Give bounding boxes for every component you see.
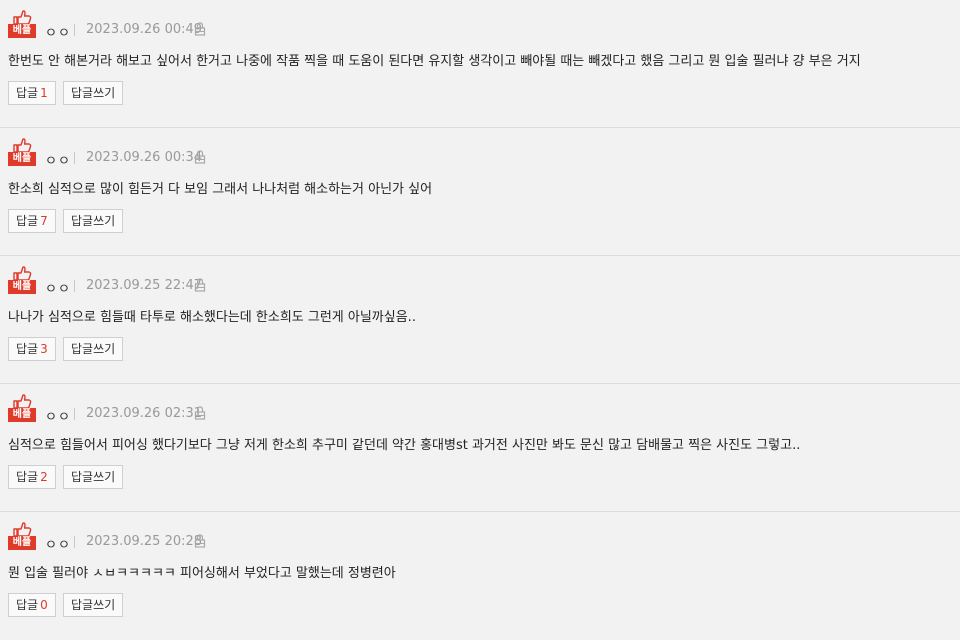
write-reply-button[interactable]: 답글쓰기 bbox=[63, 337, 124, 361]
reply-label: 답글 bbox=[16, 470, 39, 484]
lock-icon[interactable] bbox=[194, 278, 206, 292]
comment-item: 베플 ㅇㅇ 2023.09.26 02:31 심적으로 힘들어서 피어싱 했다기… bbox=[0, 384, 960, 512]
meta-divider bbox=[74, 408, 75, 420]
comment-author[interactable]: ㅇㅇ bbox=[45, 406, 71, 425]
write-reply-button[interactable]: 답글쓰기 bbox=[63, 593, 124, 617]
best-comment-badge: 베플 bbox=[8, 394, 36, 424]
best-label: 베플 bbox=[8, 152, 36, 166]
best-comment-badge: 베플 bbox=[8, 522, 36, 552]
reply-count: 7 bbox=[40, 214, 48, 228]
reply-label: 답글 bbox=[16, 598, 39, 612]
write-reply-button[interactable]: 답글쓰기 bbox=[63, 81, 124, 105]
best-comment-badge: 베플 bbox=[8, 10, 36, 40]
reply-button[interactable]: 답글 7 bbox=[8, 209, 56, 233]
meta-divider bbox=[74, 280, 75, 292]
best-label: 베플 bbox=[8, 24, 36, 38]
lock-icon[interactable] bbox=[194, 534, 206, 548]
reply-label: 답글 bbox=[16, 86, 39, 100]
comment-date: 2023.09.26 02:31 bbox=[86, 406, 203, 421]
thumbs-up-icon bbox=[13, 138, 32, 153]
lock-icon[interactable] bbox=[194, 406, 206, 420]
comment-text: 한번도 안 해본거라 해보고 싶어서 한거고 나중에 작품 찍을 때 도움이 된… bbox=[8, 54, 861, 69]
thumbs-up-icon bbox=[13, 522, 32, 537]
best-label: 베플 bbox=[8, 536, 36, 550]
comment-list: 베플 ㅇㅇ 2023.09.26 00:49 한번도 안 해본거라 해보고 싶어… bbox=[0, 0, 960, 640]
reply-button[interactable]: 답글 1 bbox=[8, 81, 56, 105]
comment-text: 한소희 심적으로 많이 힘든거 다 보임 그래서 나나처럼 해소하는거 아닌가 … bbox=[8, 182, 433, 197]
reply-count: 2 bbox=[40, 470, 48, 484]
comment-item: 베플 ㅇㅇ 2023.09.26 00:34 한소희 심적으로 많이 힘든거 다… bbox=[0, 128, 960, 256]
reply-count: 0 bbox=[40, 598, 48, 612]
comment-item: 베플 ㅇㅇ 2023.09.25 20:28 뭔 입술 필러야 ㅅㅂㅋㅋㅋㅋㅋ … bbox=[0, 512, 960, 640]
best-label: 베플 bbox=[8, 280, 36, 294]
comment-date: 2023.09.26 00:49 bbox=[86, 22, 203, 37]
comment-author[interactable]: ㅇㅇ bbox=[45, 150, 71, 169]
meta-divider bbox=[74, 24, 75, 36]
reply-button[interactable]: 답글 3 bbox=[8, 337, 56, 361]
reply-count: 1 bbox=[40, 86, 48, 100]
reply-count: 3 bbox=[40, 342, 48, 356]
comment-author[interactable]: ㅇㅇ bbox=[45, 534, 71, 553]
comment-text: 나나가 심적으로 힘들때 타투로 해소했다는데 한소희도 그런게 아닐까싶음.. bbox=[8, 310, 416, 325]
thumbs-up-icon bbox=[13, 394, 32, 409]
comment-text: 심적으로 힘들어서 피어싱 했다기보다 그냥 저게 한소희 추구미 같던데 약간… bbox=[8, 438, 801, 453]
comment-author[interactable]: ㅇㅇ bbox=[45, 22, 71, 41]
comment-date: 2023.09.25 20:28 bbox=[86, 534, 203, 549]
meta-divider bbox=[74, 152, 75, 164]
thumbs-up-icon bbox=[13, 10, 32, 25]
comment-date: 2023.09.25 22:47 bbox=[86, 278, 203, 293]
reply-button[interactable]: 답글 2 bbox=[8, 465, 56, 489]
reply-button[interactable]: 답글 0 bbox=[8, 593, 56, 617]
write-reply-button[interactable]: 답글쓰기 bbox=[63, 209, 124, 233]
comment-item: 베플 ㅇㅇ 2023.09.25 22:47 나나가 심적으로 힘들때 타투로 … bbox=[0, 256, 960, 384]
meta-divider bbox=[74, 536, 75, 548]
best-comment-badge: 베플 bbox=[8, 266, 36, 296]
best-label: 베플 bbox=[8, 408, 36, 422]
write-reply-button[interactable]: 답글쓰기 bbox=[63, 465, 124, 489]
reply-label: 답글 bbox=[16, 214, 39, 228]
comment-date: 2023.09.26 00:34 bbox=[86, 150, 203, 165]
comment-author[interactable]: ㅇㅇ bbox=[45, 278, 71, 297]
comment-item: 베플 ㅇㅇ 2023.09.26 00:49 한번도 안 해본거라 해보고 싶어… bbox=[0, 0, 960, 128]
lock-icon[interactable] bbox=[194, 22, 206, 36]
thumbs-up-icon bbox=[13, 266, 32, 281]
lock-icon[interactable] bbox=[194, 150, 206, 164]
comment-text: 뭔 입술 필러야 ㅅㅂㅋㅋㅋㅋㅋ 피어싱해서 부었다고 말했는데 정병련아 bbox=[8, 566, 396, 581]
best-comment-badge: 베플 bbox=[8, 138, 36, 168]
reply-label: 답글 bbox=[16, 342, 39, 356]
